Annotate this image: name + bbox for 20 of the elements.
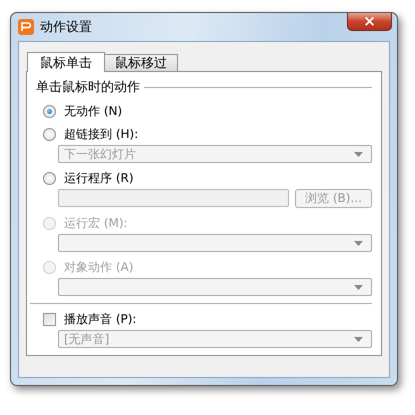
tab[interactable]: 鼠标移过	[104, 54, 178, 71]
radio-label: 超链接到 (H):	[64, 126, 138, 142]
close-button[interactable]: ×	[347, 13, 392, 31]
dropdown-arrow-icon	[354, 336, 363, 342]
radio-label: 无动作 (N)	[64, 102, 122, 120]
window-title: 动作设置	[40, 19, 92, 36]
group-title: 单击鼠标时的动作	[36, 79, 140, 96]
radio-label: 运行程序 (R)	[64, 170, 134, 186]
radio-label: 对象动作 (A)	[64, 258, 134, 276]
checkbox[interactable]	[43, 312, 56, 326]
radio-button[interactable]	[43, 128, 56, 140]
radio-label: 运行宏 (M):	[64, 214, 128, 232]
dropdown-arrow-icon	[354, 240, 363, 246]
radio-button[interactable]	[43, 172, 56, 184]
app-logo-icon	[18, 19, 34, 35]
checkbox-label: 播放声音 (P):	[64, 310, 136, 328]
dropdown-arrow-icon	[354, 284, 363, 290]
radio-button[interactable]	[43, 104, 56, 118]
dropdown-arrow-icon	[354, 152, 363, 156]
tab[interactable]: 鼠标单击	[27, 52, 105, 72]
